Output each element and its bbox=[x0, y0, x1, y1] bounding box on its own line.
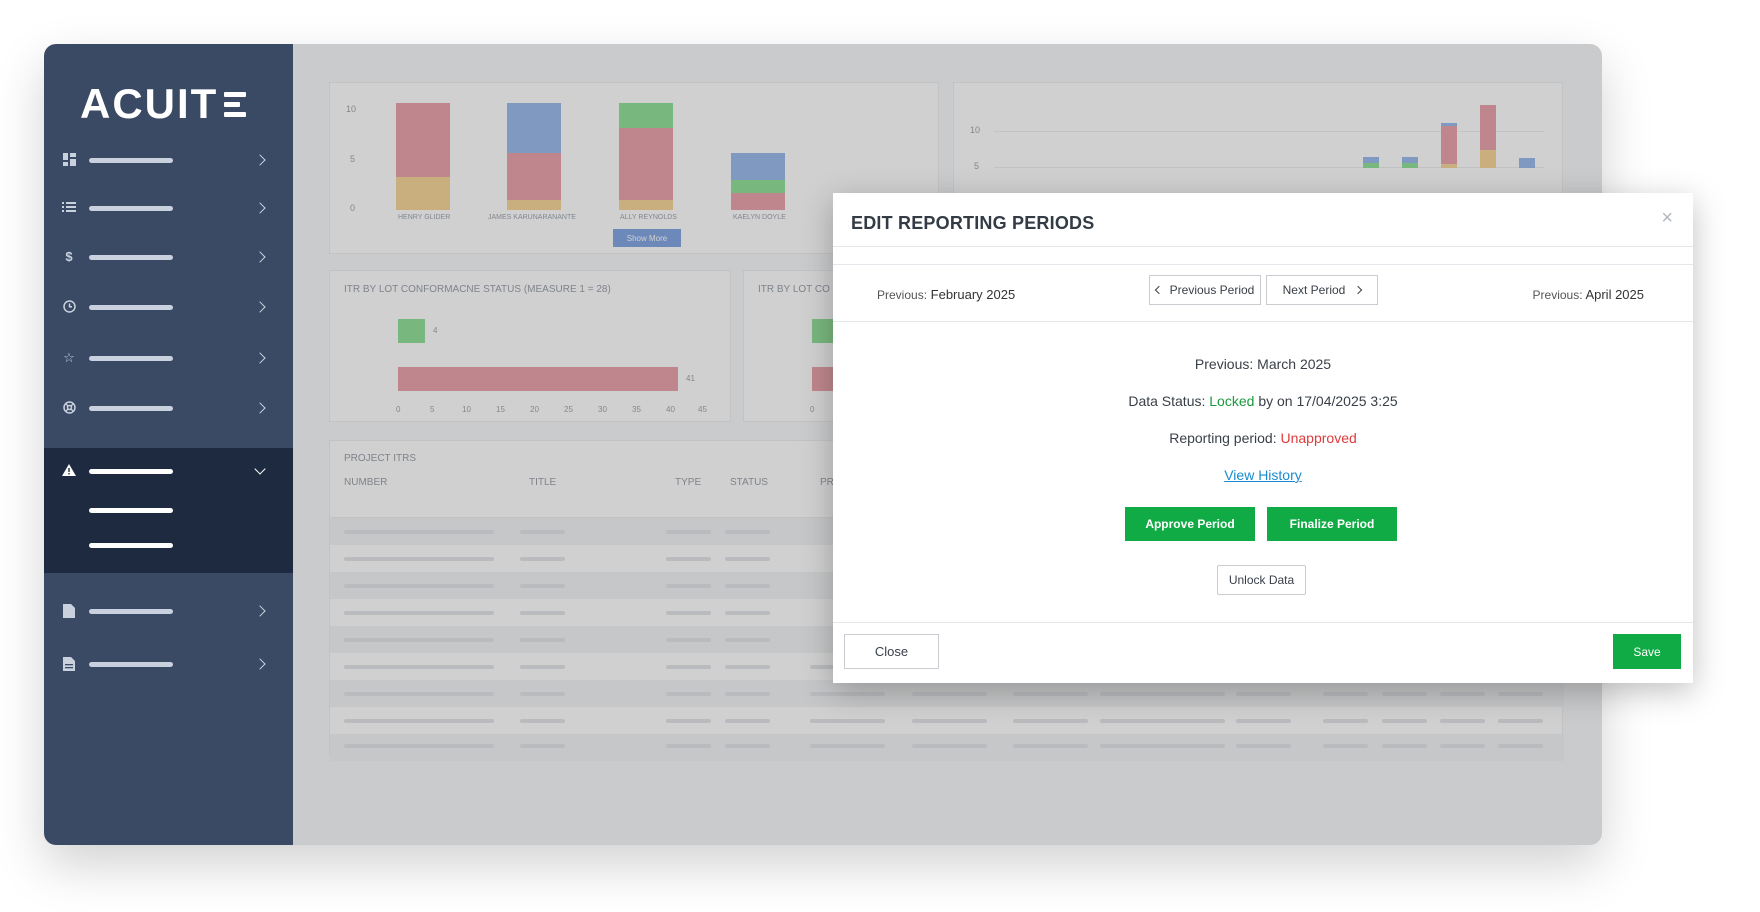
chevron-left-icon bbox=[1154, 285, 1163, 295]
sidebar-item-files[interactable] bbox=[44, 641, 293, 687]
sidebar-item-label bbox=[89, 468, 173, 474]
document-icon bbox=[62, 604, 76, 618]
period-label: Previous: bbox=[877, 288, 928, 302]
sidebar-item-documents[interactable] bbox=[44, 588, 293, 634]
chevron-right-icon bbox=[254, 251, 266, 263]
save-button[interactable]: Save bbox=[1613, 634, 1681, 669]
data-status-suffix: by on 17/04/2025 3:25 bbox=[1258, 393, 1398, 409]
divider bbox=[833, 264, 1693, 265]
current-period-value: March 2025 bbox=[1257, 356, 1332, 372]
sidebar-item-itrs[interactable] bbox=[44, 448, 293, 494]
divider bbox=[833, 622, 1693, 623]
approve-period-button[interactable]: Approve Period bbox=[1125, 507, 1255, 541]
sidebar-item-support[interactable] bbox=[44, 385, 293, 431]
close-button[interactable]: Close bbox=[844, 634, 939, 669]
chevron-right-icon bbox=[254, 605, 266, 617]
view-history-row: View History bbox=[833, 467, 1693, 483]
button-label: Unlock Data bbox=[1228, 573, 1295, 587]
current-period-label: Previous: bbox=[1194, 356, 1254, 372]
period-value: April 2025 bbox=[1585, 287, 1644, 302]
button-label: Next Period bbox=[1282, 283, 1346, 297]
chevron-down-icon bbox=[254, 463, 266, 475]
sidebar-subitem-2[interactable] bbox=[89, 543, 173, 548]
sidebar: ACUIT $ ☆ bbox=[44, 44, 293, 845]
divider bbox=[833, 321, 1693, 322]
previous-period-info: Previous: February 2025 bbox=[877, 287, 1015, 302]
dashboard-icon bbox=[62, 153, 76, 167]
sidebar-item-itrs-expanded bbox=[44, 448, 293, 573]
file-icon bbox=[62, 657, 76, 671]
sidebar-item-label bbox=[89, 205, 173, 211]
edit-reporting-periods-modal: EDIT REPORTING PERIODS × Previous: Febru… bbox=[833, 193, 1693, 683]
sidebar-item-label bbox=[89, 661, 173, 667]
sidebar-item-list[interactable] bbox=[44, 185, 293, 231]
chevron-right-icon bbox=[254, 352, 266, 364]
close-icon[interactable]: × bbox=[1661, 207, 1673, 230]
button-label: Close bbox=[874, 644, 909, 659]
chevron-right-icon bbox=[254, 301, 266, 313]
sidebar-item-label bbox=[89, 157, 173, 163]
chevron-right-icon bbox=[254, 154, 266, 166]
modal-title: EDIT REPORTING PERIODS bbox=[851, 213, 1095, 233]
chevron-right-icon bbox=[1354, 285, 1363, 295]
clock-icon bbox=[62, 300, 76, 314]
dollar-icon: $ bbox=[65, 249, 73, 264]
globe-icon bbox=[62, 401, 76, 415]
previous-period-button[interactable]: Previous Period bbox=[1149, 275, 1261, 305]
sidebar-item-label bbox=[89, 355, 173, 361]
view-history-link[interactable]: View History bbox=[1224, 467, 1302, 483]
star-icon: ☆ bbox=[63, 350, 75, 365]
sidebar-subitem-1[interactable] bbox=[89, 508, 173, 513]
sidebar-item-label bbox=[89, 608, 173, 614]
status-badge: Unapproved bbox=[1280, 430, 1357, 446]
button-label: Previous Period bbox=[1169, 283, 1255, 297]
next-period-info: Previous: April 2025 bbox=[1533, 287, 1644, 302]
sidebar-item-finance[interactable]: $ bbox=[44, 234, 293, 280]
current-period: Previous: March 2025 bbox=[833, 356, 1693, 372]
divider bbox=[833, 246, 1693, 247]
sidebar-item-label bbox=[89, 405, 173, 411]
list-icon bbox=[62, 201, 76, 215]
chevron-right-icon bbox=[254, 202, 266, 214]
acuite-logo: ACUIT bbox=[80, 80, 247, 128]
chevron-right-icon bbox=[254, 402, 266, 414]
next-period-button[interactable]: Next Period bbox=[1266, 275, 1378, 305]
data-status-label: Data Status: bbox=[1128, 393, 1206, 409]
sidebar-item-label bbox=[89, 304, 173, 310]
data-status: Data Status: Locked by on 17/04/2025 3:2… bbox=[833, 393, 1693, 409]
sidebar-item-label bbox=[89, 254, 173, 260]
unlock-data-button[interactable]: Unlock Data bbox=[1217, 565, 1306, 595]
reporting-period-label: Reporting period: bbox=[1169, 430, 1277, 446]
sidebar-item-time[interactable] bbox=[44, 284, 293, 330]
reporting-period-status: Reporting period: Unapproved bbox=[833, 430, 1693, 446]
sidebar-item-favorites[interactable]: ☆ bbox=[44, 335, 293, 381]
period-label: Previous: bbox=[1532, 288, 1583, 302]
finalize-period-button[interactable]: Finalize Period bbox=[1267, 507, 1397, 541]
period-value: February 2025 bbox=[930, 287, 1016, 302]
status-badge: Locked bbox=[1209, 393, 1255, 409]
sidebar-item-dashboard[interactable] bbox=[44, 137, 293, 183]
chevron-right-icon bbox=[254, 658, 266, 670]
warning-icon bbox=[62, 464, 76, 478]
